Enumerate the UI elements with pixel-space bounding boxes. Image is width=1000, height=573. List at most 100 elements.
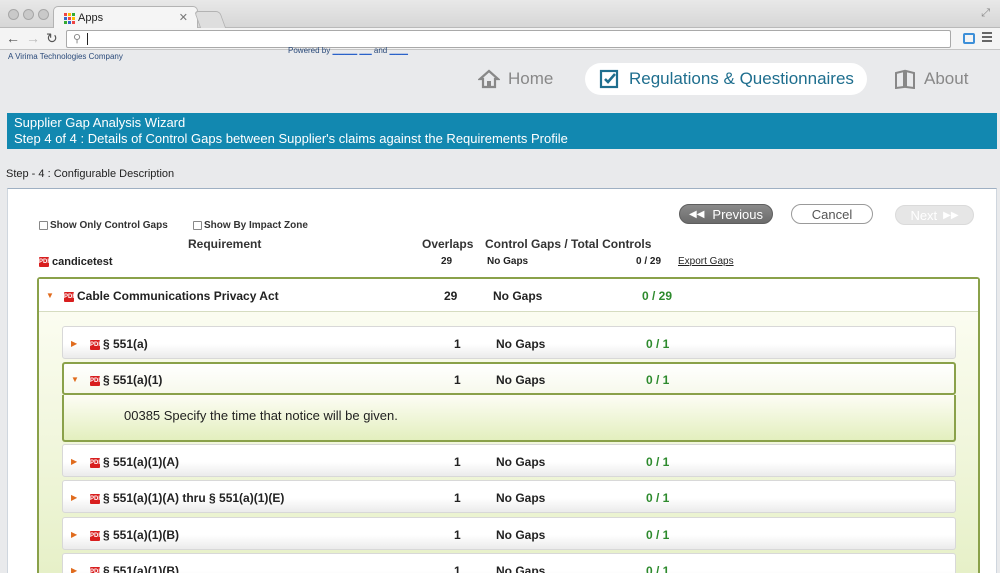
show-only-gaps-checkbox[interactable]: Show Only Control Gaps bbox=[39, 220, 168, 231]
group-overlaps: 29 bbox=[444, 289, 458, 303]
next-button[interactable]: Next ▶▶ bbox=[895, 205, 974, 225]
wizard-step: Step 4 of 4 : Details of Control Gaps be… bbox=[14, 131, 568, 146]
row-ratio: 0 / 1 bbox=[646, 564, 670, 573]
expand-arrow-icon[interactable]: ▶ bbox=[71, 530, 77, 539]
regulation-group: ▼ PDFCable Communications Privacy Act 29… bbox=[37, 277, 980, 573]
table-row[interactable]: ▶ PDF§ 551(a)(1)(A) thru § 551(a)(1)(E) … bbox=[62, 480, 956, 513]
wizard-header: Supplier Gap Analysis Wizard Step 4 of 4… bbox=[7, 113, 997, 149]
row-ratio: 0 / 1 bbox=[646, 455, 670, 469]
nav-home[interactable]: Home bbox=[478, 63, 553, 95]
row-gaps: No Gaps bbox=[496, 564, 546, 573]
tab-close-icon[interactable]: ✕ bbox=[179, 11, 188, 24]
close-window-button[interactable] bbox=[8, 9, 19, 20]
collapse-arrow-icon[interactable]: ▼ bbox=[71, 375, 79, 384]
summary-overlaps: 29 bbox=[441, 256, 453, 267]
next-label: Next bbox=[910, 207, 938, 223]
show-by-impact-zone-label: Show By Impact Zone bbox=[204, 220, 308, 231]
powered-by-link-3[interactable]: ▁▁▁ bbox=[389, 46, 407, 55]
group-ratio: 0 / 29 bbox=[642, 289, 673, 303]
powered-by-link-2[interactable]: ▁▁ bbox=[359, 46, 371, 55]
nav-about-label: About bbox=[924, 69, 969, 88]
browser-menu-icon[interactable] bbox=[982, 32, 992, 44]
group-header-row[interactable]: ▼ PDFCable Communications Privacy Act 29… bbox=[39, 279, 978, 312]
expand-arrow-icon[interactable]: ▶ bbox=[71, 457, 77, 466]
rewind-icon: ◀◀ bbox=[689, 208, 705, 220]
forward-icon[interactable]: → bbox=[26, 30, 40, 46]
checkbox-icon bbox=[599, 69, 619, 89]
pdf-icon: PDF bbox=[90, 530, 102, 541]
powered-by: Powered by ▁▁▁▁ ▁▁ and ▁▁▁ bbox=[288, 46, 408, 55]
pdf-icon: PDF bbox=[90, 493, 102, 504]
row-detail-panel: 00385 Specify the time that notice will … bbox=[62, 395, 956, 442]
wizard-title: Supplier Gap Analysis Wizard bbox=[14, 115, 186, 130]
column-overlaps: Overlaps bbox=[422, 237, 474, 251]
row-overlaps: 1 bbox=[454, 337, 461, 351]
expand-arrow-icon[interactable]: ▶ bbox=[71, 339, 77, 348]
table-row[interactable]: ▶ PDF§ 551(a)(1)(A) 1 No Gaps 0 / 1 bbox=[62, 444, 956, 477]
row-overlaps: 1 bbox=[454, 564, 461, 573]
expand-arrow-icon[interactable]: ▶ bbox=[71, 566, 77, 573]
checkbox-box[interactable] bbox=[193, 221, 202, 230]
row-ratio: 0 / 1 bbox=[646, 337, 670, 351]
extension-icon[interactable] bbox=[963, 33, 975, 44]
table-row[interactable]: ▶ PDF§ 551(a) 1 No Gaps 0 / 1 bbox=[62, 326, 956, 359]
row-gaps: No Gaps bbox=[496, 337, 546, 351]
apps-grid-icon bbox=[64, 13, 75, 24]
step-description: Step - 4 : Configurable Description bbox=[6, 168, 175, 180]
table-row[interactable]: ▶ PDF§ 551(a)(1)(B) 1 No Gaps 0 / 1 bbox=[62, 517, 956, 550]
powered-by-link[interactable]: ▁▁▁▁ bbox=[332, 46, 357, 55]
fullscreen-icon[interactable]: ⤢ bbox=[981, 7, 990, 20]
nav-regulations-label: Regulations & Questionnaires bbox=[629, 69, 854, 88]
pdf-icon: PDF bbox=[90, 375, 102, 386]
column-gaps-total: Control Gaps / Total Controls bbox=[485, 237, 652, 251]
minimize-window-button[interactable] bbox=[23, 9, 34, 20]
expand-arrow-icon[interactable]: ▶ bbox=[71, 493, 77, 502]
row-ratio: 0 / 1 bbox=[646, 528, 670, 542]
table-row-expanded[interactable]: ▼ PDF§ 551(a)(1) 1 No Gaps 0 / 1 bbox=[62, 362, 956, 395]
summary-ratio: 0 / 29 bbox=[636, 256, 662, 267]
search-icon: ⚲ bbox=[73, 33, 82, 45]
cancel-button[interactable]: Cancel bbox=[791, 204, 873, 224]
browser-titlebar: Apps ✕ ⤢ bbox=[0, 0, 1000, 29]
row-name: PDF§ 551(a) bbox=[90, 337, 148, 351]
group-name: PDFCable Communications Privacy Act bbox=[64, 289, 279, 303]
row-name: PDF§ 551(a)(1)(A) bbox=[90, 455, 180, 469]
column-requirement: Requirement bbox=[188, 237, 262, 251]
row-overlaps: 1 bbox=[454, 491, 461, 505]
row-name: PDF§ 551(a)(1)(A) thru § 551(a)(1)(E) bbox=[90, 491, 285, 505]
checkbox-box[interactable] bbox=[39, 221, 48, 230]
home-icon bbox=[478, 69, 500, 89]
row-gaps: No Gaps bbox=[496, 528, 546, 542]
show-only-gaps-label: Show Only Control Gaps bbox=[50, 220, 168, 231]
reload-icon[interactable]: ↻ bbox=[46, 30, 58, 47]
previous-label: Previous bbox=[712, 206, 763, 222]
export-gaps-link[interactable]: Export Gaps bbox=[678, 256, 734, 267]
tab-label: Apps bbox=[78, 12, 104, 24]
back-icon[interactable]: ← bbox=[6, 30, 20, 46]
browser-tab[interactable]: Apps ✕ bbox=[53, 6, 198, 29]
row-ratio: 0 / 1 bbox=[646, 491, 670, 505]
previous-button[interactable]: ◀◀ Previous bbox=[679, 204, 773, 224]
show-by-impact-zone-checkbox[interactable]: Show By Impact Zone bbox=[193, 220, 308, 231]
row-overlaps: 1 bbox=[454, 455, 461, 469]
app-header: A Virima Technologies Company Powered by… bbox=[0, 46, 1000, 108]
summary-gaps: No Gaps bbox=[487, 256, 529, 267]
address-bar[interactable]: ⚲ bbox=[66, 30, 951, 48]
row-gaps: No Gaps bbox=[496, 455, 546, 469]
table-row[interactable]: ▶ PDF§ 551(a)(1)(B) 1 No Gaps 0 / 1 bbox=[62, 553, 956, 573]
summary-name: PDFcandicetest bbox=[39, 256, 113, 268]
results-panel: Show Only Control Gaps Show By Impact Zo… bbox=[7, 188, 997, 573]
row-overlaps: 1 bbox=[454, 373, 461, 387]
nav-about[interactable]: About bbox=[894, 63, 968, 95]
expand-arrow-icon[interactable]: ▼ bbox=[46, 291, 54, 300]
fast-forward-icon: ▶▶ bbox=[943, 209, 959, 221]
row-gaps: No Gaps bbox=[496, 373, 546, 387]
company-tagline: A Virima Technologies Company bbox=[8, 52, 123, 61]
maximize-window-button[interactable] bbox=[38, 9, 49, 20]
row-gaps: No Gaps bbox=[496, 491, 546, 505]
nav-regulations[interactable]: Regulations & Questionnaires bbox=[585, 63, 867, 95]
book-icon bbox=[895, 69, 915, 89]
new-tab-button[interactable] bbox=[193, 11, 227, 28]
browser-toolbar: ← → ↻ ⚲ bbox=[0, 28, 1000, 50]
pdf-icon: PDF bbox=[90, 339, 102, 350]
